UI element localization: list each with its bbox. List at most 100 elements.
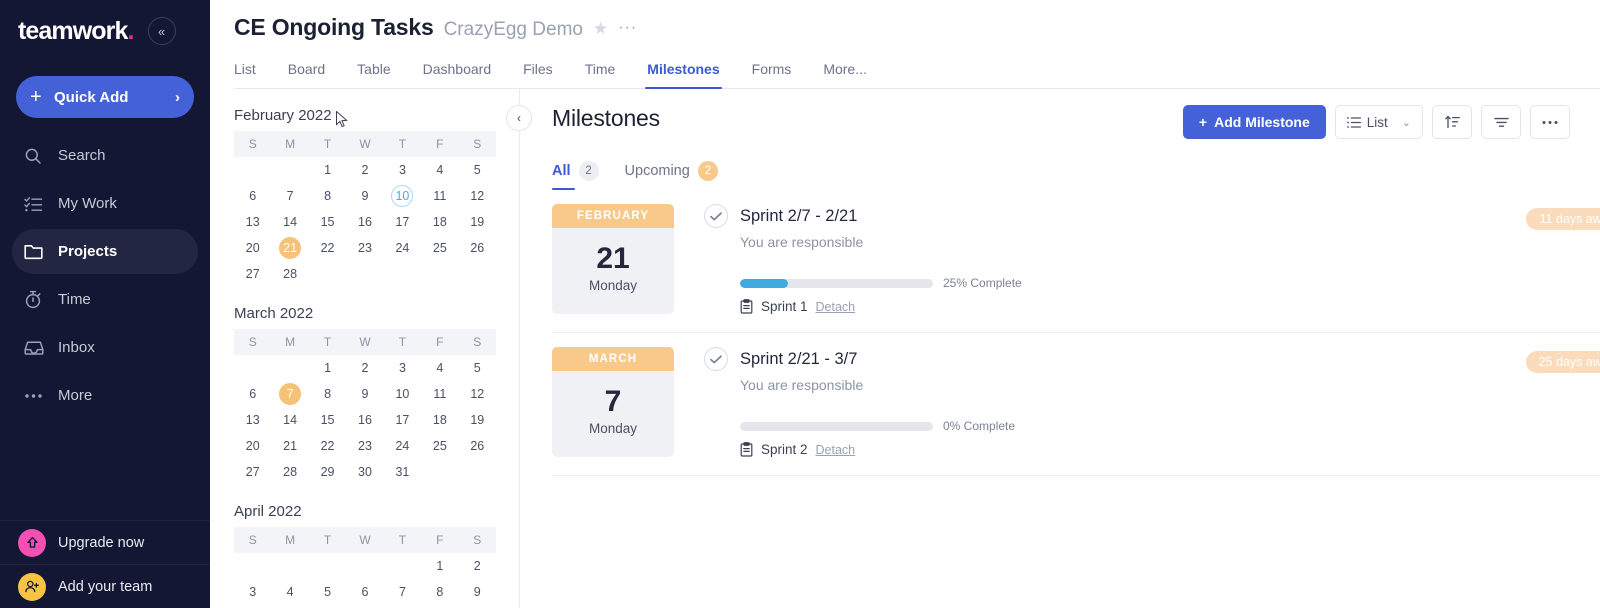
- calendar-day-cell[interactable]: 18: [421, 407, 458, 433]
- favorite-star-icon[interactable]: ★: [593, 19, 608, 39]
- sidebar-item-inbox[interactable]: Inbox: [12, 325, 198, 370]
- calendar-day-cell[interactable]: 4: [271, 579, 308, 605]
- calendar-day-cell[interactable]: 22: [309, 433, 346, 459]
- calendar-day-cell[interactable]: 8: [309, 183, 346, 209]
- calendar-day-cell[interactable]: 11: [421, 381, 458, 407]
- sidebar-item-my-work[interactable]: My Work: [12, 181, 198, 226]
- calendar-day-cell[interactable]: 29: [309, 459, 346, 485]
- milestone-row[interactable]: MARCH 7 Monday Sprint 2/21 - 3/7 You are res…: [552, 333, 1600, 476]
- calendar-day-cell[interactable]: 22: [309, 235, 346, 261]
- calendar-day-cell[interactable]: 12: [459, 381, 496, 407]
- calendar-day-cell[interactable]: 18: [421, 209, 458, 235]
- calendar-day-cell[interactable]: 21: [271, 235, 308, 261]
- calendar-day-cell[interactable]: 5: [459, 355, 496, 381]
- sidebar-item-projects[interactable]: Projects: [12, 229, 198, 274]
- calendar-day-cell[interactable]: 28: [271, 261, 308, 287]
- tab-table[interactable]: Table: [341, 55, 406, 88]
- sidebar-collapse-button[interactable]: «: [147, 17, 176, 45]
- calendar-day-cell[interactable]: 16: [346, 209, 383, 235]
- calendar-day-cell[interactable]: 7: [271, 183, 308, 209]
- calendar-day-cell[interactable]: 9: [346, 183, 383, 209]
- calendar-day-cell[interactable]: 23: [346, 433, 383, 459]
- tab-forms[interactable]: Forms: [736, 55, 808, 88]
- calendar-day-cell[interactable]: 6: [346, 579, 383, 605]
- calendar-day-cell[interactable]: 28: [271, 459, 308, 485]
- upgrade-now-button[interactable]: Upgrade now: [0, 520, 210, 564]
- calendar-day-cell[interactable]: 2: [459, 553, 496, 579]
- calendar-day-cell[interactable]: 1: [309, 355, 346, 381]
- tab-dashboard[interactable]: Dashboard: [407, 55, 508, 88]
- milestone-complete-checkbox[interactable]: [704, 204, 728, 228]
- tab-list[interactable]: List: [234, 55, 272, 88]
- calendar-day-cell[interactable]: 2: [346, 355, 383, 381]
- calendar-day-cell[interactable]: 3: [234, 579, 271, 605]
- sidebar-item-search[interactable]: Search: [12, 133, 198, 178]
- calendar-day-cell[interactable]: 15: [309, 407, 346, 433]
- calendar-day-cell[interactable]: 17: [384, 209, 421, 235]
- calendar-day-cell[interactable]: 8: [309, 381, 346, 407]
- calendar-day-cell[interactable]: 23: [346, 235, 383, 261]
- calendar-day-cell[interactable]: 1: [421, 553, 458, 579]
- tab-board[interactable]: Board: [272, 55, 341, 88]
- calendar-day-cell[interactable]: 5: [459, 157, 496, 183]
- add-milestone-button[interactable]: + Add Milestone: [1182, 105, 1326, 139]
- calendar-day-cell[interactable]: 6: [234, 183, 271, 209]
- calendar-day-cell[interactable]: 3: [384, 355, 421, 381]
- calendar-day-cell[interactable]: 26: [459, 433, 496, 459]
- calendar-day-cell[interactable]: 9: [459, 579, 496, 605]
- calendar-day-cell[interactable]: 7: [384, 579, 421, 605]
- sidebar-item-time[interactable]: Time: [12, 277, 198, 322]
- quick-add-button[interactable]: + Quick Add ›: [16, 76, 194, 118]
- tab-files[interactable]: Files: [507, 55, 569, 88]
- calendar-day-cell[interactable]: 24: [384, 235, 421, 261]
- detach-link[interactable]: Detach: [816, 443, 856, 457]
- project-more-icon[interactable]: ···: [618, 19, 637, 37]
- calendar-day-cell[interactable]: 1: [309, 157, 346, 183]
- calendar-day-cell[interactable]: 25: [421, 235, 458, 261]
- calendar-day-cell[interactable]: 6: [234, 381, 271, 407]
- calendar-day-cell[interactable]: 10: [384, 381, 421, 407]
- tab-time[interactable]: Time: [569, 55, 632, 88]
- calendar-day-cell[interactable]: 30: [346, 459, 383, 485]
- calendar-day-cell[interactable]: 13: [234, 209, 271, 235]
- calendar-day-cell[interactable]: 25: [421, 433, 458, 459]
- calendar-day-cell[interactable]: 7: [271, 381, 308, 407]
- calendar-day-cell[interactable]: 24: [384, 433, 421, 459]
- sidebar-item-more[interactable]: More: [12, 373, 198, 418]
- add-your-team-button[interactable]: Add your team: [0, 564, 210, 608]
- calendar-day-cell[interactable]: 8: [421, 579, 458, 605]
- filter-button[interactable]: [1481, 105, 1521, 139]
- view-select-button[interactable]: List ⌄: [1334, 105, 1423, 139]
- calendar-day-cell[interactable]: 4: [421, 355, 458, 381]
- calendar-day-cell[interactable]: 19: [459, 407, 496, 433]
- calendar-day-cell[interactable]: 9: [346, 381, 383, 407]
- panel-collapse-button[interactable]: ‹: [506, 105, 532, 131]
- milestone-row[interactable]: FEBRUARY 21 Monday Sprint 2/7 - 2/21 You are…: [552, 190, 1600, 333]
- calendar-day-cell[interactable]: 17: [384, 407, 421, 433]
- milestone-complete-checkbox[interactable]: [704, 347, 728, 371]
- calendar-day-cell[interactable]: 10: [384, 183, 421, 209]
- calendar-day-cell[interactable]: 4: [421, 157, 458, 183]
- tab-milestones[interactable]: Milestones: [631, 55, 735, 89]
- calendar-day-cell[interactable]: 12: [459, 183, 496, 209]
- calendar-day-cell[interactable]: 20: [234, 235, 271, 261]
- calendar-day-cell[interactable]: 27: [234, 261, 271, 287]
- detach-link[interactable]: Detach: [816, 300, 856, 314]
- calendar-day-cell[interactable]: 2: [346, 157, 383, 183]
- calendar-day-cell[interactable]: 31: [384, 459, 421, 485]
- tab-upcoming[interactable]: Upcoming 2: [625, 161, 718, 190]
- calendar-day-cell[interactable]: 5: [309, 579, 346, 605]
- calendar-day-cell[interactable]: 14: [271, 407, 308, 433]
- calendar-day-cell[interactable]: 21: [271, 433, 308, 459]
- calendar-day-cell[interactable]: 11: [421, 183, 458, 209]
- calendar-day-cell[interactable]: 16: [346, 407, 383, 433]
- sort-button[interactable]: [1432, 105, 1472, 139]
- calendar-day-cell[interactable]: 19: [459, 209, 496, 235]
- calendar-day-cell[interactable]: 14: [271, 209, 308, 235]
- more-options-button[interactable]: [1530, 105, 1570, 139]
- calendar-day-cell[interactable]: 26: [459, 235, 496, 261]
- calendar-day-cell[interactable]: 3: [384, 157, 421, 183]
- calendar-day-cell[interactable]: 27: [234, 459, 271, 485]
- calendar-day-cell[interactable]: 15: [309, 209, 346, 235]
- tab-more[interactable]: More...: [807, 55, 883, 88]
